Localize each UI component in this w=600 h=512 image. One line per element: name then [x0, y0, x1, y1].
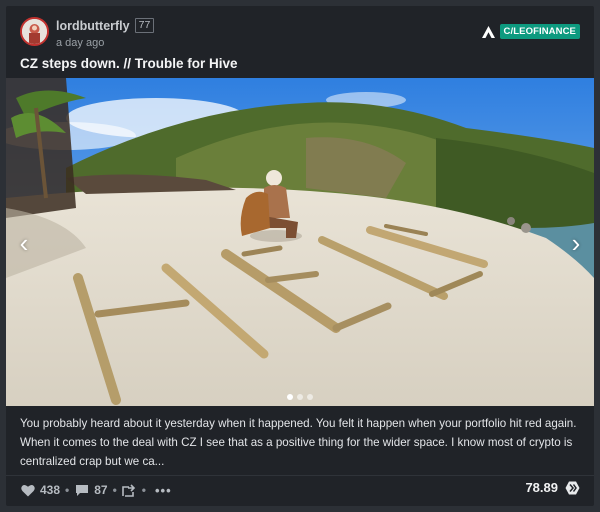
avatar[interactable] [20, 17, 49, 46]
post-image[interactable]: ‹ › [6, 78, 594, 406]
community-tag[interactable]: C/LEOFINANCE [499, 24, 580, 39]
carousel-dot[interactable] [287, 394, 293, 400]
carousel-dot[interactable] [297, 394, 303, 400]
carousel-dots [6, 394, 594, 400]
like-count: 438 [40, 483, 61, 497]
post-footer: 438 • 87 • • ••• 78.89 [20, 480, 580, 500]
carousel-dot[interactable] [307, 394, 313, 400]
author-name[interactable]: lordbutterfly [56, 19, 130, 33]
comment-button[interactable]: 87 [74, 483, 108, 498]
leofinance-logo-icon [481, 25, 496, 39]
separator: • [112, 483, 117, 497]
comment-icon [74, 483, 89, 498]
payout-value: 78.89 [525, 480, 558, 495]
more-icon[interactable]: ••• [155, 483, 172, 498]
like-button[interactable]: 438 [20, 483, 60, 498]
chevron-left-icon[interactable]: ‹ [12, 228, 36, 258]
separator: • [65, 483, 70, 497]
community-link[interactable]: C/LEOFINANCE [481, 24, 580, 39]
post-header: lordbutterfly 77 a day ago C/LEOFINANCE [20, 16, 580, 52]
heart-icon [20, 483, 35, 498]
divider [6, 475, 594, 476]
payout[interactable]: 78.89 [525, 480, 580, 495]
post-card[interactable]: lordbutterfly 77 a day ago C/LEOFINANCE … [6, 6, 594, 506]
chevron-right-icon[interactable]: › [564, 228, 588, 258]
post-title[interactable]: CZ steps down. // Trouble for Hive [20, 56, 238, 71]
comment-count: 87 [94, 483, 108, 497]
post-excerpt[interactable]: You probably heard about it yesterday wh… [20, 414, 582, 471]
post-time: a day ago [56, 37, 105, 49]
hive-icon [565, 480, 580, 495]
reblog-icon[interactable] [121, 483, 137, 498]
separator: • [141, 483, 146, 497]
reputation-badge: 77 [134, 18, 155, 33]
